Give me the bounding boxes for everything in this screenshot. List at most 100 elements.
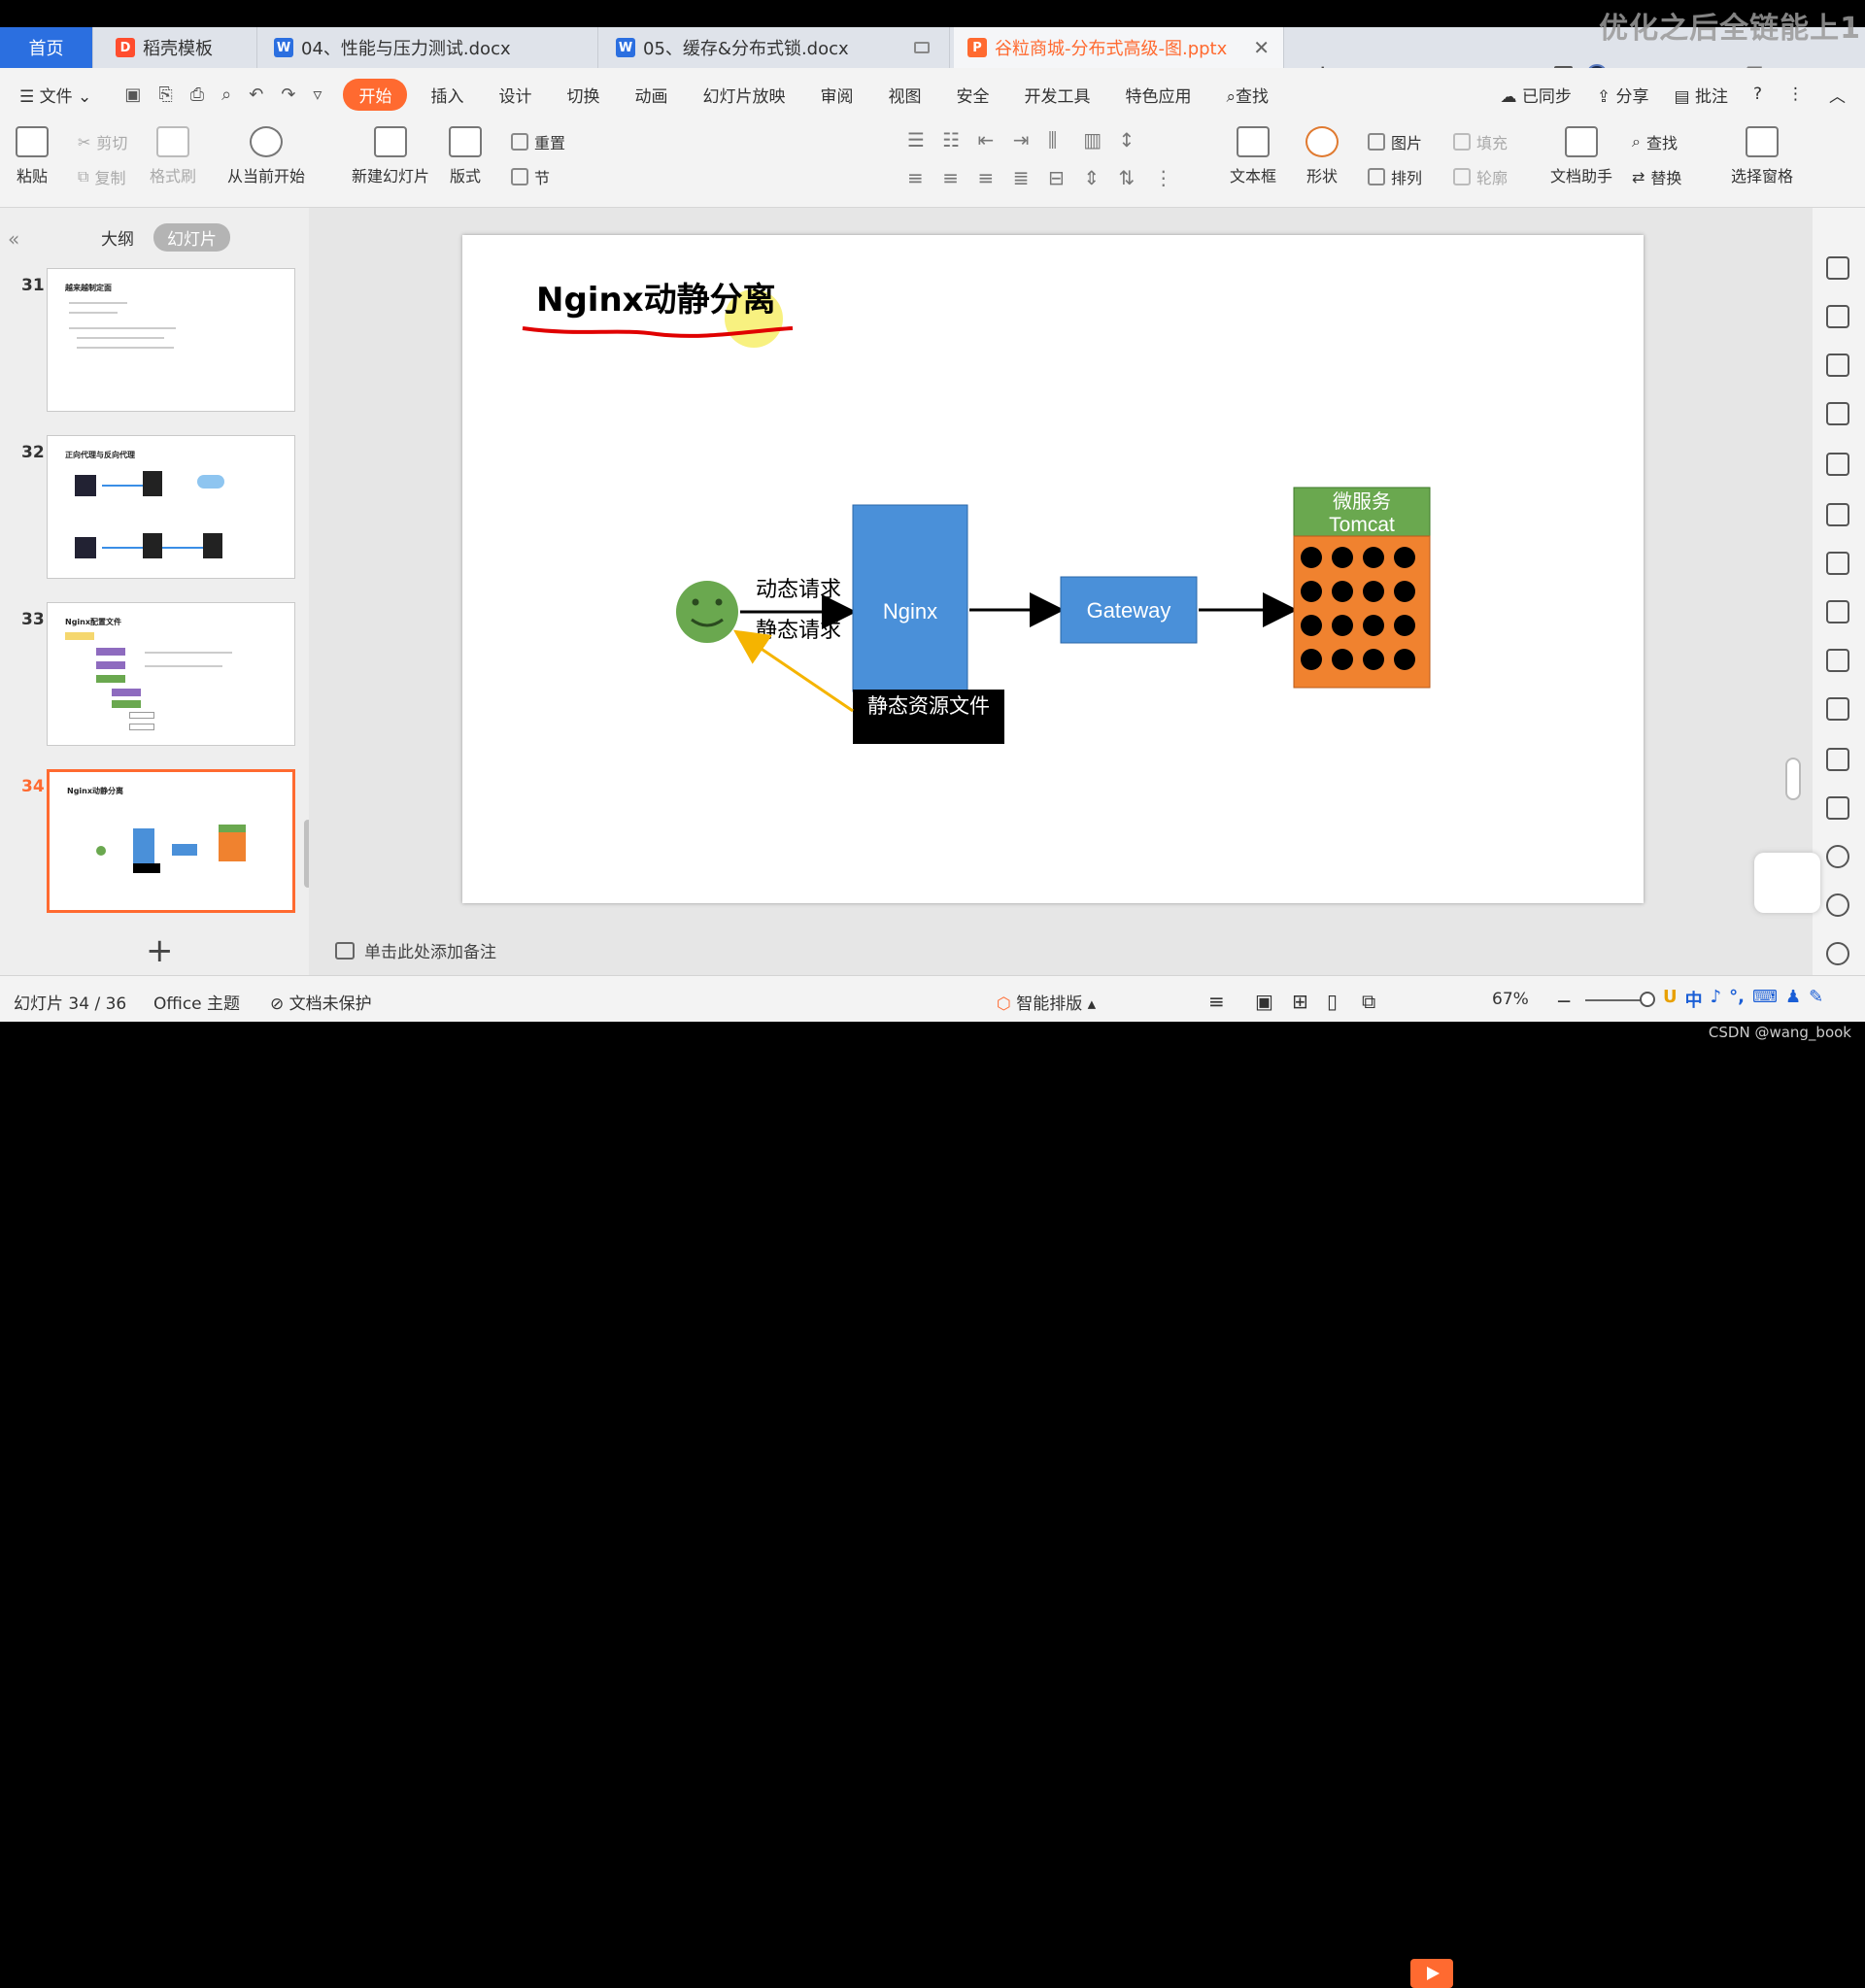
add-slide-button[interactable]: + [146, 931, 174, 970]
convert-icon[interactable]: ⇅ [1119, 166, 1154, 204]
columns-icon[interactable]: ▥ [1083, 128, 1118, 166]
slide-thumbnail[interactable]: 32 正向代理与反向代理 [0, 435, 309, 581]
menu-insert[interactable]: 插入 [413, 83, 481, 107]
section-button[interactable]: 节 [511, 165, 550, 188]
menu-view[interactable]: 视图 [870, 83, 938, 107]
bullets-icon[interactable]: ☰ [907, 128, 942, 166]
theme-name[interactable]: Office 主题 [153, 990, 240, 1014]
chart-icon[interactable] [1826, 503, 1849, 526]
grid-icon[interactable] [1826, 453, 1849, 476]
menu-animation[interactable]: 动画 [617, 83, 685, 107]
tab-doc-04[interactable]: W 04、性能与压力测试.docx [260, 27, 598, 68]
tab-home[interactable]: 首页 [0, 27, 93, 68]
redo-icon[interactable]: ↷ [281, 84, 295, 105]
backup-icon[interactable] [1826, 845, 1849, 868]
zoom-out-icon[interactable]: ─ [1558, 990, 1570, 1013]
video-overlay-icon[interactable] [1754, 853, 1820, 913]
slide-thumbnail-current[interactable]: 34 Nginx动静分离 [0, 769, 309, 915]
undo-icon[interactable]: ↶ [249, 84, 263, 105]
fill-effects-icon[interactable] [1826, 402, 1849, 425]
picture-button[interactable]: 图片 [1368, 130, 1422, 153]
play-slideshow-button[interactable] [1410, 1959, 1453, 1988]
settings-sliders-icon[interactable] [1826, 552, 1849, 575]
text-direction-icon[interactable]: ⫼ [1048, 128, 1083, 166]
editor-scrollbar-thumb[interactable] [1785, 758, 1801, 800]
tab-slides[interactable]: 幻灯片 [153, 223, 230, 252]
normal-view-icon[interactable]: ▣ [1255, 990, 1273, 1013]
tab-pptx-active[interactable]: P 谷粒商城-分布式高级-图.pptx ✕ [954, 27, 1284, 68]
notes-placeholder[interactable]: 单击此处添加备注 [335, 938, 496, 962]
menu-start[interactable]: 开始 [343, 78, 408, 111]
tab-doc-05[interactable]: W 05、缓存&分布式锁.docx [602, 27, 950, 68]
cut-button[interactable]: ✂ 剪切 [78, 130, 127, 153]
more-options-icon[interactable]: ⋮ [1787, 84, 1804, 104]
zoom-slider[interactable] [1585, 999, 1644, 1001]
decrease-indent-icon[interactable]: ⇤ [978, 128, 1013, 166]
paste-button[interactable]: 粘贴 [16, 126, 49, 186]
arrange-button[interactable]: 排列 [1368, 165, 1422, 188]
preview-icon[interactable]: ⌕ [221, 84, 231, 105]
play-from-current-button[interactable]: 从当前开始 [227, 126, 305, 186]
help-icon[interactable] [1826, 942, 1849, 965]
more-icon[interactable]: ▿ [313, 84, 322, 105]
copy-button[interactable]: ⧉ 复制 [78, 165, 125, 188]
select-pane-button[interactable]: 选择窗格 [1731, 126, 1793, 186]
zoom-level[interactable]: 67% [1492, 990, 1529, 1009]
ime-tools-icon[interactable]: ✎ [1809, 987, 1823, 1012]
export-icon[interactable] [1826, 649, 1849, 672]
notes-toggle-icon[interactable]: ≡ [1208, 990, 1225, 1013]
smartart-icon[interactable]: ⋮ [1154, 166, 1189, 204]
slide-thumbnail[interactable]: 31 越来越制定面 [0, 268, 309, 414]
ime-keyboard-icon[interactable]: ⌨ [1752, 987, 1778, 1012]
save-icon[interactable]: ▣ [124, 84, 141, 105]
reading-view-icon[interactable]: ▯ [1327, 990, 1338, 1013]
protect-status[interactable]: ⊘ 文档未保护 [270, 990, 372, 1014]
numbering-icon[interactable]: ☷ [942, 128, 977, 166]
align-right-icon[interactable]: ≡ [978, 166, 1013, 204]
menu-special[interactable]: 特色应用 [1107, 83, 1208, 107]
layout-button[interactable]: 版式 [449, 126, 482, 186]
slide-thumbnail[interactable]: 33 Nginx配置文件 [0, 602, 309, 748]
line-spacing-icon[interactable]: ↕ [1119, 128, 1154, 166]
print-icon[interactable]: ⎙ [190, 84, 204, 105]
image-library-icon[interactable] [1826, 600, 1849, 623]
share-button[interactable]: ⇪ 分享 [1597, 83, 1649, 107]
tab-outline[interactable]: 大纲 [101, 225, 134, 250]
ime-punct-icon[interactable]: °, [1729, 987, 1745, 1012]
sync-status[interactable]: ☁ 已同步 [1500, 83, 1571, 107]
menu-design[interactable]: 设计 [481, 83, 549, 107]
format-painter-button[interactable]: 格式刷 [150, 126, 196, 186]
justify-icon[interactable]: ≣ [1013, 166, 1048, 204]
presenter-icon[interactable]: ⧉ [1362, 990, 1375, 1013]
menu-slideshow[interactable]: 幻灯片放映 [685, 83, 802, 107]
slide-canvas[interactable]: Nginx动静分离 动态请求 静态请求 Nginx 静态资源文件 Gateway… [462, 235, 1644, 903]
animation-icon[interactable] [1826, 256, 1849, 280]
para-spacing-icon[interactable]: ⇕ [1083, 166, 1118, 204]
shape-effects-icon[interactable] [1826, 354, 1849, 377]
picture-icon[interactable] [1826, 748, 1849, 771]
menu-transition[interactable]: 切换 [549, 83, 617, 107]
ime-chinese-mode[interactable]: 中 [1685, 987, 1703, 1012]
close-tab-icon[interactable]: ✕ [1253, 36, 1270, 59]
menu-devtools[interactable]: 开发工具 [1006, 83, 1107, 107]
reset-button[interactable]: 重置 [511, 130, 565, 153]
history-icon[interactable] [1826, 893, 1849, 917]
fill-button[interactable]: 填充 [1453, 130, 1508, 153]
collapse-ribbon-icon[interactable]: ︿ [1829, 83, 1846, 107]
file-menu[interactable]: ☰ 文件 ⌄ [0, 83, 109, 107]
outline-button[interactable]: 轮廓 [1453, 165, 1508, 188]
comment-button[interactable]: ▤ 批注 [1675, 83, 1728, 107]
ime-moon-icon[interactable]: ♪ [1711, 987, 1722, 1012]
zoom-slider-handle[interactable] [1640, 992, 1655, 1007]
help-icon[interactable]: ? [1753, 84, 1762, 104]
menu-search[interactable]: ⌕查找 [1208, 83, 1286, 107]
collapse-panel-icon[interactable]: « [8, 227, 19, 251]
replace-button[interactable]: ⇄ 替换 [1632, 165, 1681, 188]
menu-security[interactable]: 安全 [938, 83, 1006, 107]
transition-icon[interactable] [1826, 305, 1849, 328]
align-center-icon[interactable]: ≡ [942, 166, 977, 204]
ime-logo-icon[interactable]: U [1663, 987, 1678, 1012]
distribute-icon[interactable]: ⊟ [1048, 166, 1083, 204]
shape-button[interactable]: 形状 [1306, 126, 1339, 186]
audio-icon[interactable] [1826, 796, 1849, 820]
